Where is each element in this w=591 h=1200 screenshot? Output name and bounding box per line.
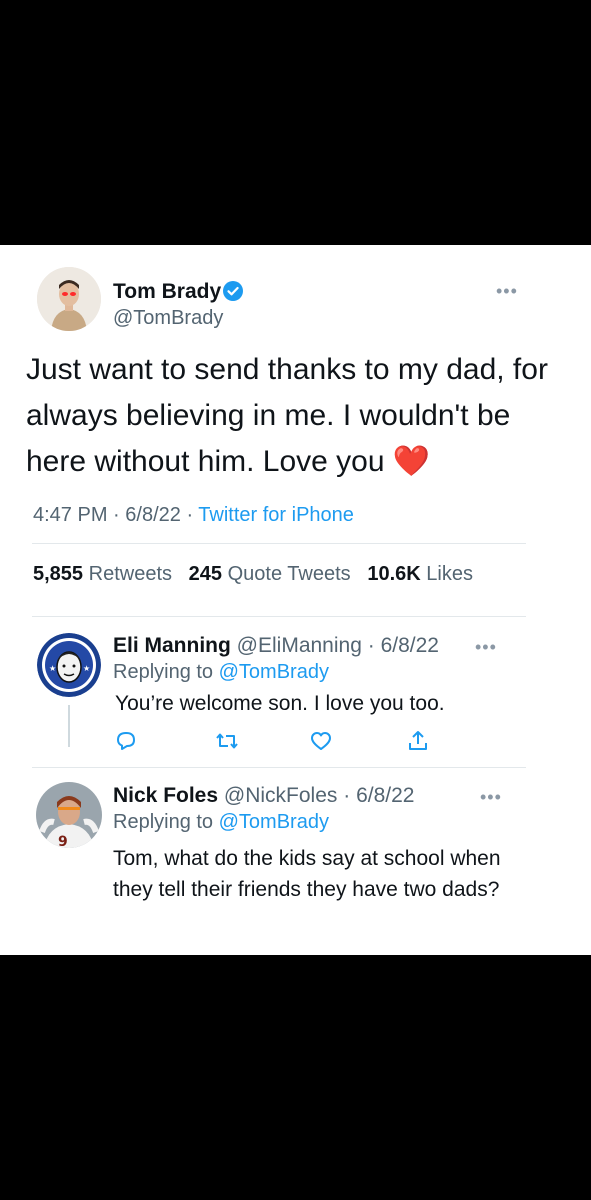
reply-author-handle[interactable]: @NickFoles [224, 784, 338, 807]
likes-stat[interactable]: 10.6K Likes [367, 563, 473, 585]
svg-text:★: ★ [83, 664, 90, 673]
reply-header: Eli Manning @EliManning · 6/8/22 [113, 634, 439, 657]
divider [32, 616, 526, 617]
svg-text:9: 9 [58, 834, 68, 848]
more-icon[interactable]: ••• [475, 637, 497, 658]
tom-brady-avatar[interactable] [37, 267, 101, 331]
tweet-meta: 4:47 PM · 6/8/22 · Twitter for iPhone [33, 504, 354, 526]
quote-tweets-stat[interactable]: 245 Quote Tweets [189, 563, 351, 585]
reply-author-name[interactable]: Nick Foles [113, 784, 218, 807]
author-name[interactable]: Tom Brady [113, 280, 221, 303]
reply-author-name[interactable]: Eli Manning [113, 634, 231, 657]
tweet-time: 4:47 PM [33, 504, 108, 526]
replying-to-line: Replying to @TomBrady [113, 811, 329, 833]
divider [32, 543, 526, 544]
reply-header: Nick Foles @NickFoles · 6/8/22 [113, 784, 415, 807]
replying-to-line: Replying to @TomBrady [113, 661, 329, 683]
more-icon[interactable]: ••• [496, 281, 518, 302]
svg-text:★: ★ [49, 664, 56, 673]
reply-icon[interactable] [114, 729, 138, 753]
like-icon[interactable] [309, 729, 333, 753]
retweets-stat[interactable]: 5,855 Retweets [33, 563, 172, 585]
more-icon[interactable]: ••• [480, 787, 502, 808]
tweet-source[interactable]: Twitter for iPhone [198, 504, 354, 526]
share-icon[interactable] [406, 729, 430, 753]
divider [32, 767, 526, 768]
verified-badge-icon [222, 280, 244, 302]
retweet-icon[interactable] [214, 729, 240, 753]
replying-to-handle[interactable]: @TomBrady [219, 661, 329, 683]
reply-text: Tom, what do the kids say at school when… [113, 847, 501, 901]
reply-author-handle[interactable]: @EliManning [237, 634, 362, 657]
nick-foles-avatar[interactable]: 9 [36, 782, 102, 848]
eli-manning-avatar[interactable]: ★ ★ [37, 633, 101, 697]
author-handle[interactable]: @TomBrady [113, 307, 223, 330]
thread-line [68, 705, 70, 747]
reply-text: You’re welcome son. I love you too. [115, 692, 445, 715]
reply-date[interactable]: 6/8/22 [356, 784, 414, 807]
tweet-text: Just want to send thanks to my dad, for … [26, 353, 548, 478]
tweet-card: Tom Brady @TomBrady ••• Just want to sen… [0, 245, 591, 955]
replying-to-handle[interactable]: @TomBrady [219, 811, 329, 833]
reply-date[interactable]: 6/8/22 [381, 634, 439, 657]
tweet-date: 6/8/22 [125, 504, 181, 526]
tweet-stats: 5,855 Retweets 245 Quote Tweets 10.6K Li… [33, 563, 473, 586]
